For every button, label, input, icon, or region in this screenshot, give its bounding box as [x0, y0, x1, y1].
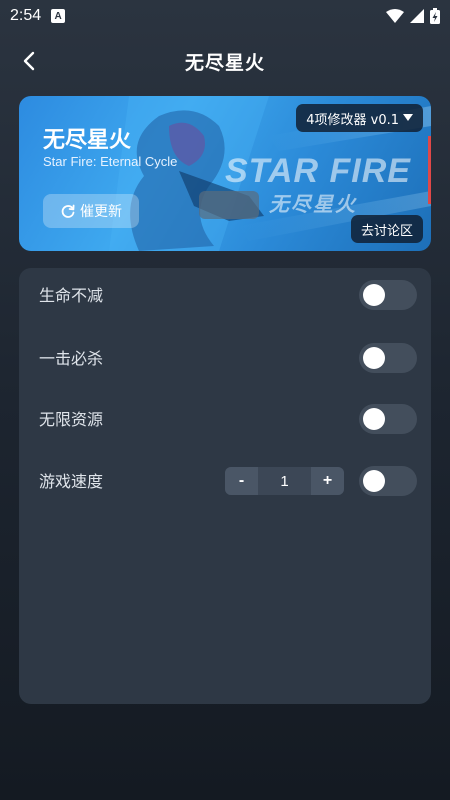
banner-accent-edge — [428, 136, 431, 204]
discuss-button[interactable]: 去讨论区 — [350, 215, 423, 243]
speed-stepper: - 1 + — [225, 467, 344, 495]
refresh-icon — [61, 204, 75, 218]
game-banner: STAR FIRE 无尽星火 无尽星火 Star Fire: Eternal C… — [19, 96, 431, 251]
banner-logo-en: STAR FIRE — [225, 152, 411, 190]
cheat-toggle[interactable] — [359, 280, 417, 310]
version-select[interactable]: 4项修改器 v0.1 — [296, 104, 423, 132]
notification-icon: A — [51, 9, 66, 23]
decrement-button[interactable]: - — [225, 467, 258, 495]
caret-down-icon — [403, 114, 413, 121]
toggle-knob — [363, 470, 385, 492]
banner-logo-cn: 无尽星火 — [269, 192, 357, 216]
battery-icon — [430, 8, 440, 24]
cheat-toggle[interactable] — [359, 404, 417, 434]
toggle-knob — [363, 408, 385, 430]
game-subtitle: Star Fire: Eternal Cycle — [43, 154, 178, 169]
game-name: 无尽星火 — [43, 128, 132, 153]
cheat-row: 游戏速度 - 1 + — [19, 460, 431, 500]
cheat-label: 一击必杀 — [39, 349, 104, 368]
toggle-knob — [363, 347, 385, 369]
status-time: 2:54 — [10, 7, 42, 24]
version-select-label: 4项修改器 v0.1 — [306, 112, 399, 128]
increment-button[interactable]: + — [311, 467, 344, 495]
cheat-row: 一击必杀 — [19, 337, 431, 377]
cheat-panel: 生命不减 一击必杀 无限资源 游戏速度 - 1 + — [19, 268, 431, 704]
app-header: 无尽星火 — [0, 40, 450, 82]
wifi-icon — [386, 9, 404, 23]
cheat-row: 生命不减 — [19, 274, 431, 314]
back-button[interactable] — [14, 46, 44, 76]
toggle-knob — [363, 284, 385, 306]
signal-icon — [410, 9, 424, 23]
cheat-label: 游戏速度 — [39, 472, 104, 491]
cheat-label: 无限资源 — [39, 410, 104, 429]
cheat-label: 生命不减 — [39, 286, 104, 305]
status-bar: 2:54 A — [0, 0, 450, 32]
discuss-label: 去讨论区 — [360, 223, 413, 239]
cheat-toggle[interactable] — [359, 466, 417, 496]
cheat-row: 无限资源 — [19, 398, 431, 438]
chevron-left-icon — [23, 51, 35, 71]
cheat-toggle[interactable] — [359, 343, 417, 373]
page-title: 无尽星火 — [184, 51, 265, 74]
status-icons — [386, 8, 440, 24]
speed-value[interactable]: 1 — [258, 473, 311, 490]
urge-update-button[interactable]: 催更新 — [43, 194, 139, 228]
urge-update-label: 催更新 — [80, 204, 122, 220]
